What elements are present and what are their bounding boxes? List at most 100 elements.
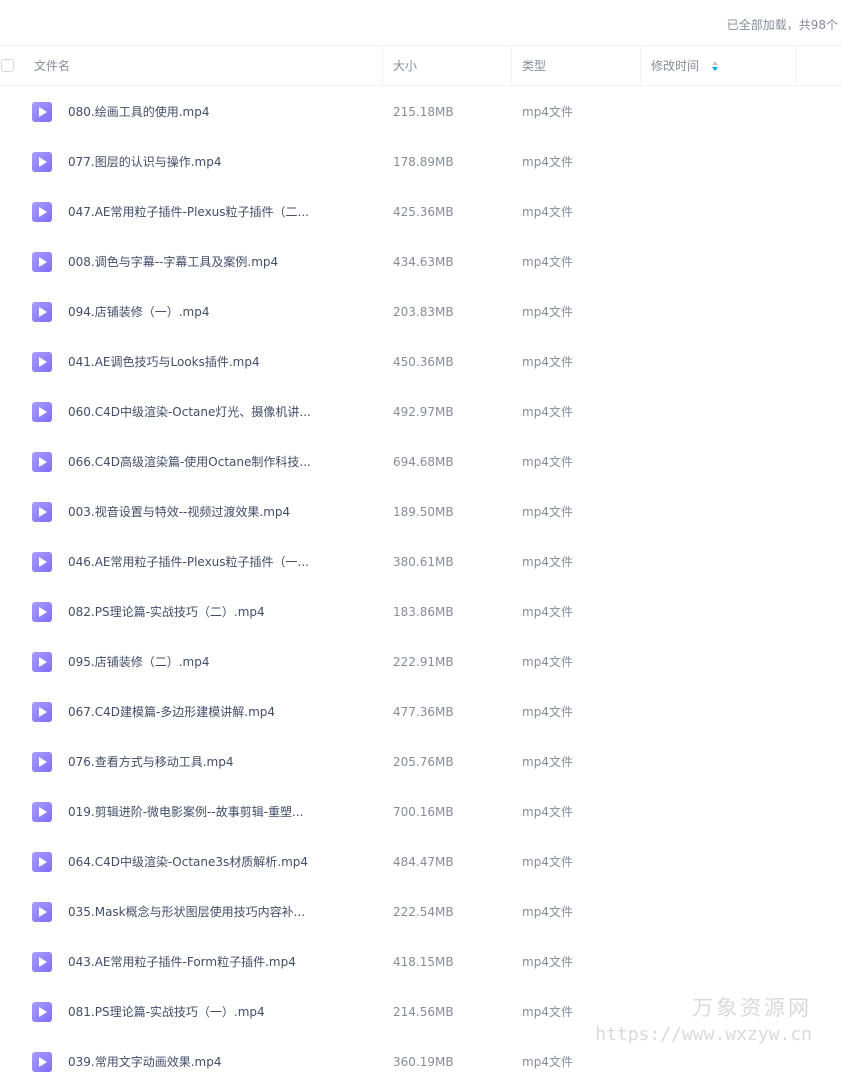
column-header-modified[interactable]: 修改时间 <box>641 46 797 86</box>
video-file-icon <box>32 802 52 822</box>
file-name[interactable]: 043.AE常用粒子插件-Form粒子插件.mp4 <box>68 937 296 987</box>
file-list-header: 文件名 大小 类型 修改时间 <box>0 45 842 86</box>
file-name[interactable]: 077.图层的认识与操作.mp4 <box>68 137 221 187</box>
file-size: 222.54MB <box>393 905 454 919</box>
file-row[interactable]: 082.PS理论篇-实战技巧（二）.mp4 183.86MB mp4文件 <box>0 587 842 637</box>
file-name[interactable]: 019.剪辑进阶-微电影案例--故事剪辑-重塑... <box>68 787 303 837</box>
file-name[interactable]: 039.常用文字动画效果.mp4 <box>68 1037 221 1087</box>
file-type: mp4文件 <box>522 355 573 369</box>
file-type: mp4文件 <box>522 805 573 819</box>
file-name[interactable]: 076.查看方式与移动工具.mp4 <box>68 737 233 787</box>
file-name[interactable]: 066.C4D高级渲染篇-使用Octane制作科技... <box>68 437 311 487</box>
file-name[interactable]: 035.Mask概念与形状图层使用技巧内容补... <box>68 887 305 937</box>
file-row[interactable]: 080.绘画工具的使用.mp4 215.18MB mp4文件 <box>0 87 842 137</box>
video-file-icon <box>32 152 52 172</box>
file-name[interactable]: 060.C4D中级渲染-Octane灯光、摄像机讲... <box>68 387 311 437</box>
file-type: mp4文件 <box>522 705 573 719</box>
file-row[interactable]: 081.PS理论篇-实战技巧（一）.mp4 214.56MB mp4文件 <box>0 987 842 1037</box>
file-row[interactable]: 060.C4D中级渲染-Octane灯光、摄像机讲... 492.97MB mp4文… <box>0 387 842 437</box>
file-row[interactable]: 041.AE调色技巧与Looks插件.mp4 450.36MB mp4文件 <box>0 337 842 387</box>
file-name[interactable]: 082.PS理论篇-实战技巧（二）.mp4 <box>68 587 265 637</box>
file-row[interactable]: 064.C4D中级渲染-Octane3s材质解析.mp4 484.47MB mp4文… <box>0 837 842 887</box>
file-type: mp4文件 <box>522 405 573 419</box>
file-type: mp4文件 <box>522 455 573 469</box>
file-type: mp4文件 <box>522 155 573 169</box>
file-name[interactable]: 094.店铺装修（一）.mp4 <box>68 287 209 337</box>
video-file-icon <box>32 402 52 422</box>
file-name[interactable]: 003.视音设置与特效--视频过渡效果.mp4 <box>68 487 290 537</box>
file-size: 189.50MB <box>393 505 454 519</box>
file-list: 080.绘画工具的使用.mp4 215.18MB mp4文件 077.图层的认识与操作… <box>0 87 842 1087</box>
file-name[interactable]: 046.AE常用粒子插件-Plexus粒子插件（一... <box>68 537 309 587</box>
file-type: mp4文件 <box>522 1055 573 1069</box>
video-file-icon <box>32 552 52 572</box>
file-type: mp4文件 <box>522 755 573 769</box>
file-row[interactable]: 003.视音设置与特效--视频过渡效果.mp4 189.50MB mp4文件 <box>0 487 842 537</box>
file-type: mp4文件 <box>522 955 573 969</box>
video-file-icon <box>32 952 52 972</box>
file-row[interactable]: 019.剪辑进阶-微电影案例--故事剪辑-重塑... 700.16MB mp4文件 <box>0 787 842 837</box>
file-size: 434.63MB <box>393 255 454 269</box>
video-file-icon <box>32 252 52 272</box>
file-row[interactable]: 095.店铺装修（二）.mp4 222.91MB mp4文件 <box>0 637 842 687</box>
file-size: 484.47MB <box>393 855 454 869</box>
column-header-type[interactable]: 类型 <box>512 46 641 86</box>
video-file-icon <box>32 852 52 872</box>
file-name[interactable]: 067.C4D建模篇-多边形建模讲解.mp4 <box>68 687 275 737</box>
file-type: mp4文件 <box>522 555 573 569</box>
file-name[interactable]: 008.调色与字幕--字幕工具及案例.mp4 <box>68 237 278 287</box>
file-row[interactable]: 046.AE常用粒子插件-Plexus粒子插件（一... 380.61MB mp4文… <box>0 537 842 587</box>
file-size: 205.76MB <box>393 755 454 769</box>
file-type: mp4文件 <box>522 305 573 319</box>
file-name[interactable]: 080.绘画工具的使用.mp4 <box>68 87 209 137</box>
video-file-icon <box>32 652 52 672</box>
file-size: 418.15MB <box>393 955 454 969</box>
file-type: mp4文件 <box>522 605 573 619</box>
file-row[interactable]: 047.AE常用粒子插件-Plexus粒子插件（二... 425.36MB mp4文… <box>0 187 842 237</box>
file-row[interactable]: 066.C4D高级渲染篇-使用Octane制作科技... 694.68MB mp4文… <box>0 437 842 487</box>
file-row[interactable]: 039.常用文字动画效果.mp4 360.19MB mp4文件 <box>0 1037 842 1087</box>
video-file-icon <box>32 902 52 922</box>
file-size: 380.61MB <box>393 555 454 569</box>
file-name[interactable]: 047.AE常用粒子插件-Plexus粒子插件（二... <box>68 187 309 237</box>
file-name[interactable]: 081.PS理论篇-实战技巧（一）.mp4 <box>68 987 265 1037</box>
video-file-icon <box>32 452 52 472</box>
file-size: 360.19MB <box>393 1055 454 1069</box>
file-type: mp4文件 <box>522 105 573 119</box>
file-size: 700.16MB <box>393 805 454 819</box>
load-status-text: 已全部加载，共98个 <box>726 18 838 32</box>
file-size: 450.36MB <box>393 355 454 369</box>
file-size: 203.83MB <box>393 305 454 319</box>
column-header-size[interactable]: 大小 <box>383 46 512 86</box>
column-header-modified-label: 修改时间 <box>651 59 700 73</box>
file-name[interactable]: 041.AE调色技巧与Looks插件.mp4 <box>68 337 260 387</box>
file-name[interactable]: 095.店铺装修（二）.mp4 <box>68 637 209 687</box>
video-file-icon <box>32 752 52 772</box>
file-size: 425.36MB <box>393 205 454 219</box>
video-file-icon <box>32 1052 52 1072</box>
file-row[interactable]: 035.Mask概念与形状图层使用技巧内容补... 222.54MB mp4文件 <box>0 887 842 937</box>
video-file-icon <box>32 502 52 522</box>
file-size: 694.68MB <box>393 455 454 469</box>
file-row[interactable]: 076.查看方式与移动工具.mp4 205.76MB mp4文件 <box>0 737 842 787</box>
video-file-icon <box>32 1002 52 1022</box>
file-size: 178.89MB <box>393 155 454 169</box>
file-size: 477.36MB <box>393 705 454 719</box>
file-type: mp4文件 <box>522 905 573 919</box>
video-file-icon <box>32 102 52 122</box>
file-type: mp4文件 <box>522 505 573 519</box>
file-row[interactable]: 008.调色与字幕--字幕工具及案例.mp4 434.63MB mp4文件 <box>0 237 842 287</box>
file-size: 214.56MB <box>393 1005 454 1019</box>
file-name[interactable]: 064.C4D中级渲染-Octane3s材质解析.mp4 <box>68 837 308 887</box>
sort-icon[interactable] <box>711 60 719 71</box>
video-file-icon <box>32 202 52 222</box>
file-row[interactable]: 067.C4D建模篇-多边形建模讲解.mp4 477.36MB mp4文件 <box>0 687 842 737</box>
file-size: 183.86MB <box>393 605 454 619</box>
file-type: mp4文件 <box>522 205 573 219</box>
file-type: mp4文件 <box>522 655 573 669</box>
file-size: 492.97MB <box>393 405 454 419</box>
file-row[interactable]: 043.AE常用粒子插件-Form粒子插件.mp4 418.15MB mp4文件 <box>0 937 842 987</box>
file-row[interactable]: 077.图层的认识与操作.mp4 178.89MB mp4文件 <box>0 137 842 187</box>
column-header-name[interactable]: 文件名 <box>0 46 383 86</box>
file-row[interactable]: 094.店铺装修（一）.mp4 203.83MB mp4文件 <box>0 287 842 337</box>
